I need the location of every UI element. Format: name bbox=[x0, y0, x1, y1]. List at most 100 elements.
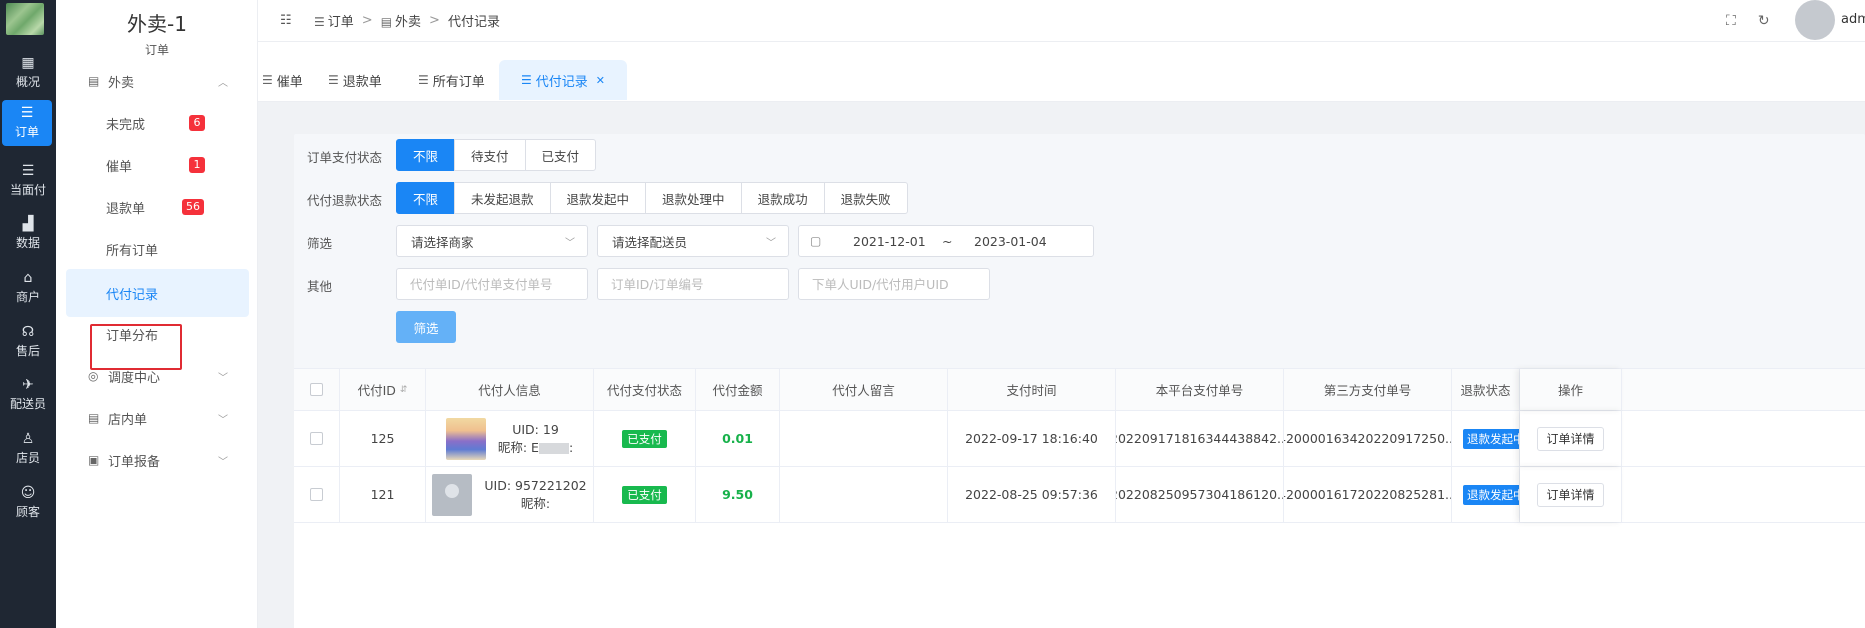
icon-rail: ▦ 概况 ☰ 订单 ☰ 当面付 ▟ 数据 ⌂ 商户 ☊ 售后 ✈ 配送员 ♙ 店… bbox=[0, 0, 56, 628]
cell-platform-no: 20220825095730418612​0... bbox=[1116, 467, 1284, 522]
list-icon: ☰ bbox=[262, 73, 273, 87]
tab-proxy-payments[interactable]: ☰ 代付记录 ✕ bbox=[499, 60, 627, 100]
row-checkbox[interactable] bbox=[310, 432, 323, 445]
rail-item-aftersale[interactable]: ☊ 售后 bbox=[0, 315, 56, 369]
col-header-pay-time: 支付时间 bbox=[948, 369, 1116, 410]
header: ☷ ☰ 订单 > ▤ 外卖 > 代付记录 ⛶ ↻ adm bbox=[258, 0, 1865, 42]
refresh-icon[interactable]: ↻ bbox=[1758, 13, 1770, 29]
payer-avatar bbox=[445, 417, 486, 460]
chevron-down-icon: ﹀ bbox=[565, 237, 575, 249]
date-range-picker[interactable]: ▢ 2021-12-01 ~ 2023-01-04 bbox=[798, 225, 1094, 257]
default-avatar-icon bbox=[432, 473, 473, 516]
tab-reminder[interactable]: ☰ 催单 bbox=[262, 62, 303, 98]
cell-payer: UID: 957221202 昵称: bbox=[426, 467, 594, 522]
sidebar-item-reminder[interactable]: 催单 1 bbox=[56, 142, 258, 188]
courier-select[interactable]: 请选择配送员 ﹀ bbox=[597, 225, 789, 257]
payer-nickname: 昵称: E bbox=[497, 439, 539, 455]
list-icon: ☰ bbox=[314, 15, 325, 29]
tab-bar: ☰ 催单 ☰ 退款单 ☰ 所有订单 ☰ 代付记录 ✕ bbox=[258, 42, 1865, 102]
cell-third-no: 4200001634202209172​50... bbox=[1284, 411, 1452, 466]
table-row: 121 UID: 957221202 昵称: 已支付 9.50 2022-08-… bbox=[294, 467, 1865, 523]
sidebar-item-proxy-payments[interactable]: 代付记录 bbox=[66, 269, 249, 317]
chevron-down-icon: ﹀ bbox=[218, 414, 228, 426]
col-header-pay-status: 代付支付状态 bbox=[594, 369, 696, 410]
sidebar-item-refunds[interactable]: 退款单 56 bbox=[56, 184, 258, 230]
filter-label: 筛选 bbox=[307, 236, 333, 251]
cell-pay-time: 2022-08-25 09:57:36 bbox=[948, 467, 1116, 522]
close-icon[interactable]: ✕ bbox=[596, 74, 605, 87]
rail-item-customer[interactable]: ☺ 顾客 bbox=[0, 476, 56, 530]
cell-platform-no: 20220917181634443884​2... bbox=[1116, 411, 1284, 466]
fullscreen-icon[interactable]: ⛶ bbox=[1726, 13, 1736, 29]
rail-item-merchant[interactable]: ⌂ 商户 bbox=[0, 261, 56, 315]
refund-option-processing[interactable]: 退款处理中 bbox=[645, 182, 742, 214]
pay-status-option-pending[interactable]: 待支付 bbox=[454, 139, 526, 171]
sidebar-group-instore[interactable]: ▤ 店内单 ﹀ bbox=[56, 398, 258, 438]
refund-option-all[interactable]: 不限 bbox=[396, 182, 456, 214]
rail-item-data[interactable]: ▟ 数据 bbox=[0, 207, 56, 261]
list-icon: ☰ bbox=[521, 73, 532, 87]
sidebar-item-all-orders[interactable]: 所有订单 bbox=[56, 226, 258, 272]
payer-nickname: 昵称: bbox=[520, 495, 551, 511]
row-checkbox[interactable] bbox=[310, 488, 323, 501]
select-all-checkbox[interactable] bbox=[310, 383, 323, 396]
main-content: 订单支付状态 不限 待支付 已支付 代付退款状态 不限 未发起退款 退款发起中 … bbox=[258, 102, 1865, 628]
refund-option-success[interactable]: 退款成功 bbox=[740, 182, 825, 214]
rail-item-overview[interactable]: ▦ 概况 bbox=[0, 46, 56, 100]
sidebar-title: 外卖-1 bbox=[127, 12, 187, 36]
username[interactable]: adm bbox=[1841, 12, 1865, 27]
rail-item-orders[interactable]: ☰ 订单 bbox=[2, 100, 52, 146]
user-uid-input[interactable] bbox=[798, 268, 990, 300]
refund-option-failed[interactable]: 退款失败 bbox=[823, 182, 908, 214]
col-header-refund-status: 退款状态 bbox=[1452, 369, 1520, 410]
rail-item-facepay[interactable]: ☰ 当面付 bbox=[0, 154, 56, 208]
user-icon: ♙ bbox=[21, 431, 35, 447]
refund-option-not-started[interactable]: 未发起退款 bbox=[454, 182, 551, 214]
payer-uid: UID: 19 bbox=[512, 421, 559, 437]
menu-fold-icon[interactable]: ☷ bbox=[280, 13, 292, 28]
sort-icon[interactable]: ⇵ bbox=[400, 385, 408, 394]
merchant-select[interactable]: 请选择商家 ﹀ bbox=[396, 225, 588, 257]
calendar-icon: ▢ bbox=[810, 234, 822, 248]
col-header-action: 操作 bbox=[1520, 369, 1622, 410]
breadcrumb: ☰ 订单 > ▤ 外卖 > 代付记录 bbox=[314, 11, 500, 30]
list-icon: ☰ bbox=[328, 73, 339, 87]
filter-submit-button[interactable]: 筛选 bbox=[396, 311, 456, 343]
pay-status-segment: 不限 待支付 已支付 bbox=[396, 139, 597, 171]
chevron-down-icon: ﹀ bbox=[766, 237, 776, 249]
payments-table: 代付ID ⇵ 代付人信息 代付支付状态 代付金额 代付人留言 支付时间 本平台支付… bbox=[294, 368, 1865, 628]
refund-status-segment: 不限 未发起退款 退款发起中 退款处理中 退款成功 退款失败 bbox=[396, 182, 908, 214]
col-header-id[interactable]: 代付ID ⇵ bbox=[340, 369, 426, 410]
pay-status-option-paid[interactable]: 已支付 bbox=[524, 139, 597, 171]
order-detail-button[interactable]: 订单详情 bbox=[1537, 426, 1604, 451]
sidebar: 外卖-1 订单 ▤ 外卖 ︿ 未完成 6 催单 1 退款单 56 所有订单 代付… bbox=[56, 0, 258, 628]
proxy-order-id-input[interactable] bbox=[396, 268, 588, 300]
col-header-message: 代付人留言 bbox=[780, 369, 948, 410]
rail-item-courier[interactable]: ✈ 配送员 bbox=[0, 368, 56, 422]
order-detail-button[interactable]: 订单详情 bbox=[1537, 482, 1604, 507]
chevron-up-icon: ︿ bbox=[218, 77, 228, 89]
col-header-platform-no: 本平台支付单号 bbox=[1116, 369, 1284, 410]
breadcrumb-item-takeout[interactable]: ▤ 外卖 bbox=[381, 11, 421, 30]
sidebar-group-takeout[interactable]: ▤ 外卖 ︿ bbox=[56, 61, 258, 101]
app-logo bbox=[6, 3, 44, 35]
count-badge: 6 bbox=[189, 115, 205, 131]
sidebar-item-unfinished[interactable]: 未完成 6 bbox=[56, 100, 258, 146]
date-end: 2023-01-04 bbox=[974, 233, 1047, 249]
refund-status-badge: 退款发起中 bbox=[1463, 484, 1519, 505]
document-icon: ▤ bbox=[88, 74, 100, 88]
tab-refunds[interactable]: ☰ 退款单 bbox=[328, 62, 382, 98]
breadcrumb-item-orders[interactable]: ☰ 订单 bbox=[314, 11, 354, 30]
highlight-box bbox=[90, 324, 182, 370]
tab-all-orders[interactable]: ☰ 所有订单 bbox=[418, 62, 485, 98]
chevron-down-icon: ﹀ bbox=[218, 372, 228, 384]
cell-pay-time: 2022-09-17 18:16:40 bbox=[948, 411, 1116, 466]
order-id-input[interactable] bbox=[597, 268, 789, 300]
sidebar-group-report[interactable]: ▣ 订单报备 ﹀ bbox=[56, 440, 258, 480]
refund-option-initiated[interactable]: 退款发起中 bbox=[549, 182, 647, 214]
pay-status-option-all[interactable]: 不限 bbox=[396, 139, 456, 171]
payer-uid: UID: 957221202 bbox=[484, 477, 587, 493]
rail-item-staff[interactable]: ♙ 店员 bbox=[0, 422, 56, 476]
refund-status-label: 代付退款状态 bbox=[307, 193, 383, 208]
avatar[interactable] bbox=[1795, 0, 1835, 40]
